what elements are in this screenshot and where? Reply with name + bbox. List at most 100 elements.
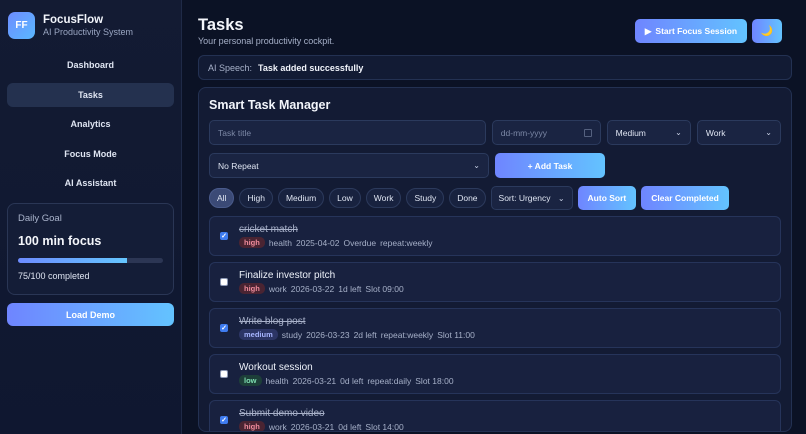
task-meta: low health 2026-03-21 0d left repeat:daily Sl… (239, 375, 454, 386)
task-checkbox[interactable] (220, 416, 228, 424)
task-body: Finalize investor pitch high work 2026-03-2… (239, 270, 404, 294)
auto-sort-button[interactable]: Auto Sort (577, 186, 637, 210)
filter-chip-all[interactable]: All (209, 188, 235, 208)
filter-bar: All High Medium Low Work Study Done Sort: Urge… (209, 186, 781, 210)
panel-title: Smart Task Manager (209, 98, 331, 112)
task-list: cricket match high health 2025-04-02Overdue… (209, 216, 781, 432)
due-date-input[interactable]: dd-mm-yyyy (491, 120, 601, 145)
filter-chip-medium[interactable]: Medium (277, 188, 325, 208)
brand-name: FocusFlow (43, 14, 104, 26)
sidebar-item-ai-assistant[interactable]: AI Assistant (7, 171, 174, 195)
sort-select[interactable]: Sort: Urgency ⌄ (490, 186, 573, 210)
repeat-value: No Repeat (218, 160, 259, 171)
task-checkbox[interactable] (220, 324, 228, 332)
task-status: 1d left (338, 283, 362, 294)
calendar-icon[interactable] (583, 128, 592, 137)
priority-badge: low (239, 375, 262, 386)
chevron-down-icon: ⌄ (473, 161, 480, 170)
repeat-select[interactable]: No Repeat ⌄ (209, 153, 489, 178)
chevron-down-icon: ⌄ (765, 128, 772, 137)
category-select[interactable]: Work ⌄ (696, 120, 781, 145)
task-date: 2026-03-22 (290, 283, 335, 294)
goal-title: Daily Goal (18, 213, 62, 224)
task-meta: high work 2026-03-22 1d left Slot 09:00 (239, 283, 404, 294)
brand: FF FocusFlow AI Productivity System (8, 12, 174, 39)
task-repeat: repeat:daily (367, 375, 412, 386)
task-category: study (281, 329, 303, 340)
priority-badge: high (239, 421, 265, 431)
priority-select[interactable]: Medium ⌄ (606, 120, 691, 145)
sidebar-nav: Dashboard Tasks Analytics Focus Mode AI Assi… (7, 53, 174, 195)
task-category: work (268, 421, 287, 432)
task-meta: high health 2025-04-02 Overdue repeat:weekly (239, 237, 433, 248)
task-checkbox[interactable] (220, 370, 228, 378)
theme-toggle-button[interactable]: 🌙 (752, 19, 782, 43)
task-title: Write blog post (239, 316, 306, 327)
task-item: Finalize investor pitch high work 2026-03-2… (209, 262, 781, 302)
chevron-down-icon: ⌄ (675, 128, 682, 137)
goal-progress-fill (18, 258, 127, 263)
task-title: Workout session (239, 362, 313, 373)
priority-badge: high (239, 283, 265, 294)
filter-chips: All High Medium Low Work Study Done (209, 188, 486, 208)
task-date: 2026-03-21 (292, 375, 337, 386)
add-task-button[interactable]: + Add Task (495, 153, 605, 178)
sidebar-item-dashboard[interactable]: Dashboard (7, 53, 174, 77)
clear-completed-button[interactable]: Clear Completed (641, 186, 729, 210)
page-header: Tasks Your personal productivity cockpit… (198, 0, 792, 50)
filter-chip-high[interactable]: High (239, 188, 273, 208)
task-item: Write blog post mediumstudy2026-03-232d l… (209, 308, 781, 348)
task-category: health (268, 237, 292, 248)
filter-chip-study[interactable]: Study (406, 188, 445, 208)
task-title-placeholder: Task title (218, 127, 252, 138)
task-date: 2026-03-23 (306, 329, 350, 340)
task-form-row-1: Task title dd-mm-yyyy Medium ⌄ Work ⌄ (209, 120, 781, 145)
task-date: 2025-04-02 (296, 237, 340, 248)
task-title: Submit demo video (239, 408, 325, 419)
focus-button-label: Start Focus Session (655, 26, 738, 36)
daily-goal-card: Daily Goal 100 min focus 75/100 complete… (7, 203, 174, 295)
sidebar-item-tasks[interactable]: Tasks (7, 82, 174, 107)
priority-badge: medium (239, 329, 278, 340)
task-body: Workout session low health 2026-03-21 0d lef… (239, 362, 454, 386)
start-focus-session-button[interactable]: ▶ Start Focus Session (635, 19, 747, 43)
task-slot: Slot 09:00 (365, 283, 404, 294)
task-title-input[interactable]: Task title (209, 120, 486, 145)
task-body: cricket match high health 2025-04-02 Overdue… (239, 224, 433, 248)
task-item: Workout session low health 2026-03-21 0d lef… (209, 354, 781, 394)
task-checkbox[interactable] (220, 232, 228, 240)
load-demo-button[interactable]: Load Demo (7, 303, 174, 326)
page-title: Tasks (198, 16, 244, 34)
task-meta: medium study 2026-03-23 2d left repeat:weekl… (239, 329, 475, 340)
goal-value: 100 min focus (18, 234, 102, 248)
task-category: work (268, 283, 287, 294)
main-content: Tasks Your personal productivity cockpit… (184, 0, 806, 434)
sidebar-item-focus-mode[interactable]: Focus Mode (7, 142, 174, 166)
priority-value: Medium (615, 127, 646, 138)
task-repeat: repeat:weekly (380, 329, 434, 340)
task-item: Submit demo video highwork2026-03-210d le… (209, 400, 781, 432)
sidebar-item-analytics[interactable]: Analytics (7, 112, 174, 136)
ai-speech-label: AI Speech: (208, 62, 253, 73)
task-status: 0d left (338, 421, 362, 432)
task-checkbox[interactable] (220, 278, 228, 286)
task-date: 2026-03-21 (290, 421, 335, 432)
task-slot: Slot 18:00 (415, 375, 454, 386)
task-status: 0d left (340, 375, 364, 386)
task-body: Write blog post medium study 2026-03-23 2d l… (239, 316, 475, 340)
filter-chip-low[interactable]: Low (329, 188, 361, 208)
moon-icon: 🌙 (760, 25, 774, 37)
task-title: cricket match (239, 224, 298, 235)
task-category: health (265, 375, 289, 386)
task-status: Overdue (343, 237, 377, 248)
filter-chip-done[interactable]: Done (449, 188, 486, 208)
page-subtitle: Your personal productivity cockpit. (198, 36, 335, 46)
chevron-down-icon: ⌄ (557, 193, 565, 203)
sort-value: Sort: Urgency (498, 193, 551, 203)
task-form-row-2: No Repeat ⌄ + Add Task (209, 153, 781, 178)
task-title: Finalize investor pitch (239, 270, 336, 281)
filter-chip-work[interactable]: Work (365, 188, 402, 208)
brand-tagline: AI Productivity System (43, 27, 134, 37)
smart-task-manager-panel: Smart Task Manager Task title dd-mm-yyyy… (198, 87, 792, 432)
ai-speech-bar: AI Speech: Task added successfully (198, 55, 792, 80)
